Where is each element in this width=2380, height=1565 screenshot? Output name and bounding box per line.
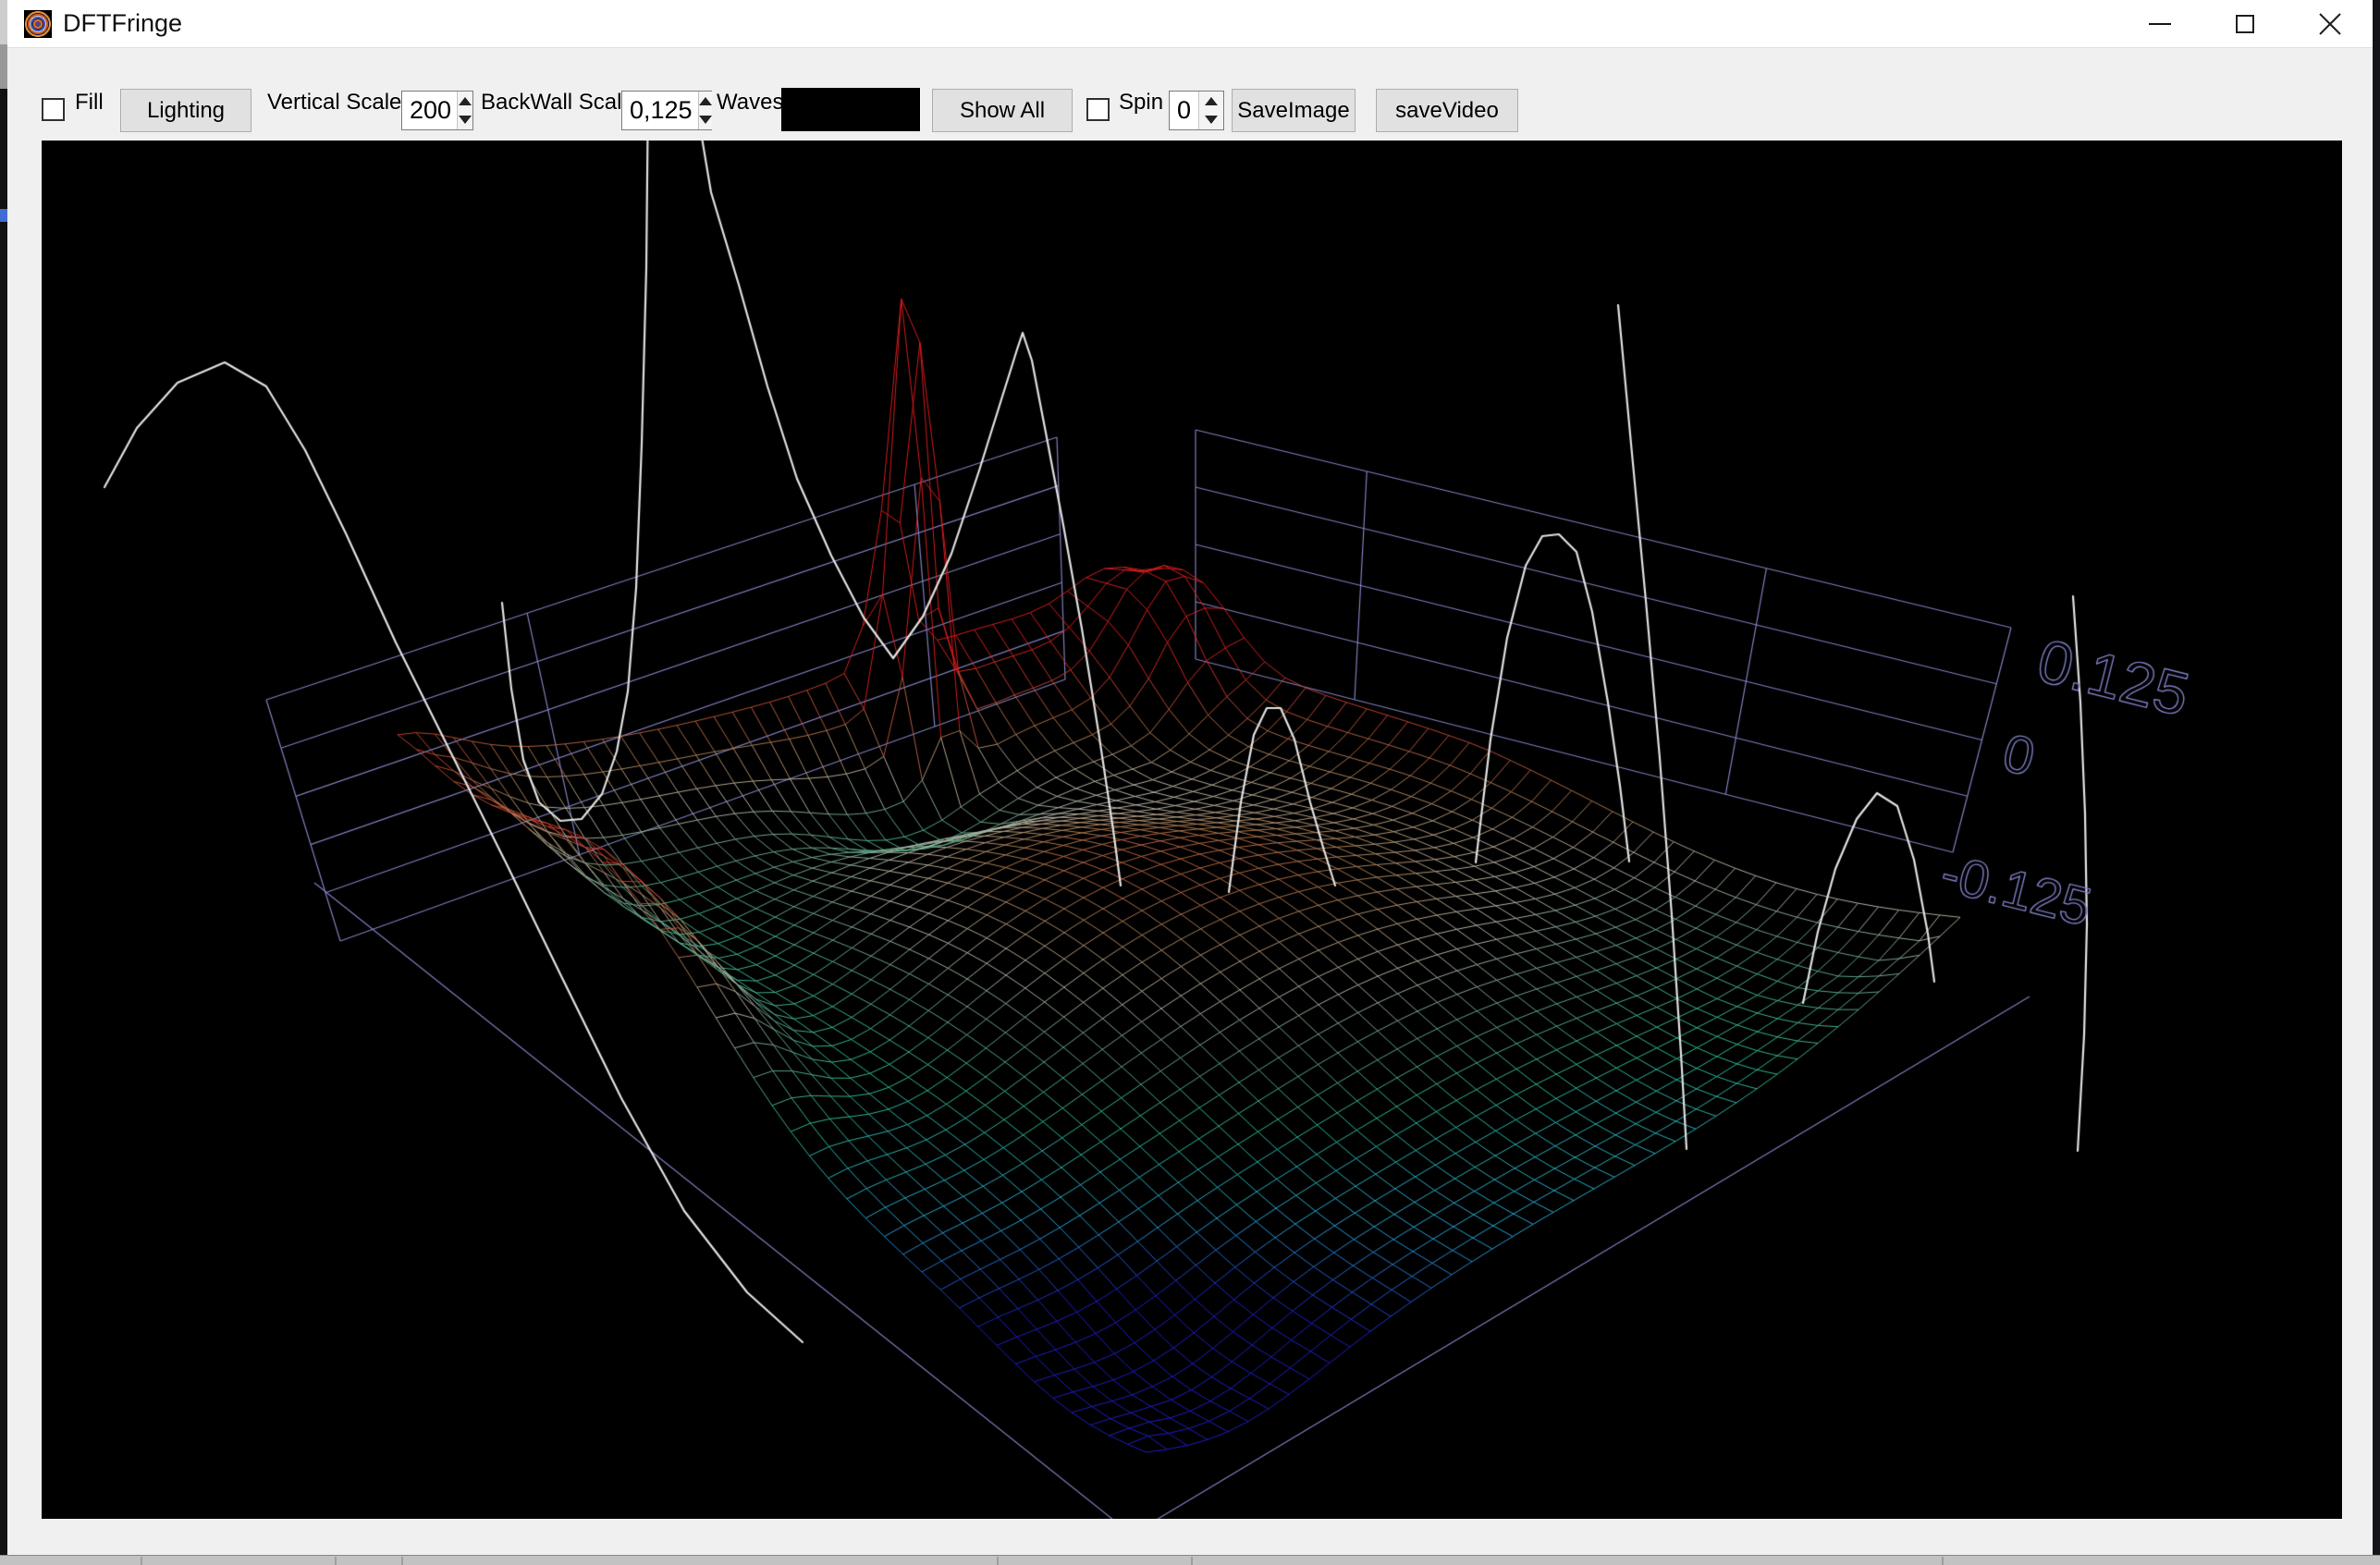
- spin-down-icon[interactable]: [1199, 111, 1223, 130]
- backwall-scale-label: BackWall Scale:: [481, 90, 641, 115]
- backwall-scale-value: 0,125: [630, 96, 693, 124]
- minimize-button[interactable]: [2117, 0, 2202, 48]
- vertical-scale-label: Vertical Scale:: [267, 90, 409, 115]
- lighting-button[interactable]: Lighting: [120, 89, 251, 132]
- background-window-fragment: [0, 209, 7, 222]
- fill-label: Fill: [75, 90, 104, 115]
- spin-checkbox[interactable]: [1086, 98, 1110, 121]
- background-window-sliver-left: [0, 0, 7, 1555]
- fill-checkbox[interactable]: [42, 98, 65, 121]
- title-bar[interactable]: DFTFringe: [7, 0, 2373, 48]
- minimize-icon: [2149, 23, 2171, 25]
- vertical-scale-spinbox[interactable]: 200: [401, 91, 473, 130]
- taskbar-divider: [335, 1557, 337, 1565]
- spin-count-spinbox[interactable]: 0: [1169, 91, 1224, 130]
- waves-label: Waves: [717, 90, 784, 115]
- spinner-arrows[interactable]: [1198, 92, 1223, 129]
- taskbar-divider: [1942, 1557, 1944, 1565]
- spin-down-icon[interactable]: [698, 111, 712, 130]
- app-window: DFTFringe Fill Lighting Vertical Scale: …: [7, 0, 2373, 1555]
- spin-label: Spin: [1119, 90, 1164, 115]
- maximize-button[interactable]: [2202, 0, 2288, 48]
- save-image-button[interactable]: SaveImage: [1232, 89, 1356, 132]
- show-all-button[interactable]: Show All: [932, 89, 1073, 132]
- surface-plot-area[interactable]: [42, 141, 2342, 1519]
- toolbar: Fill Lighting Vertical Scale: 200 BackWa…: [7, 49, 2373, 141]
- screen: DFTFringe Fill Lighting Vertical Scale: …: [0, 0, 2380, 1565]
- background-window-fragment: [0, 0, 7, 44]
- taskbar-divider: [141, 1557, 142, 1565]
- background-window-fragment: [0, 44, 7, 89]
- spin-up-icon[interactable]: [698, 92, 712, 111]
- spinner-arrows[interactable]: [457, 92, 472, 129]
- save-video-button[interactable]: saveVideo: [1376, 89, 1518, 132]
- backwall-scale-spinbox[interactable]: 0,125: [621, 91, 712, 130]
- maximize-icon: [2236, 15, 2254, 33]
- spin-up-icon[interactable]: [458, 92, 472, 111]
- background-window-sliver-right: [2373, 0, 2380, 1555]
- spin-up-icon[interactable]: [1199, 92, 1223, 111]
- taskbar-divider: [401, 1557, 403, 1565]
- spinner-arrows[interactable]: [697, 92, 712, 130]
- surface-plot-canvas[interactable]: [42, 141, 2342, 1519]
- close-icon: [2319, 13, 2341, 35]
- waves-color-swatch[interactable]: [781, 88, 920, 131]
- taskbar-divider: [1191, 1557, 1193, 1565]
- window-title: DFTFringe: [63, 9, 183, 37]
- spin-down-icon[interactable]: [458, 111, 472, 130]
- close-button[interactable]: [2288, 0, 2373, 48]
- taskbar-sliver[interactable]: [0, 1555, 2380, 1565]
- taskbar-divider: [997, 1557, 999, 1565]
- app-icon: [24, 10, 52, 38]
- spin-count-value: 0: [1177, 96, 1192, 124]
- vertical-scale-value: 200: [410, 96, 452, 124]
